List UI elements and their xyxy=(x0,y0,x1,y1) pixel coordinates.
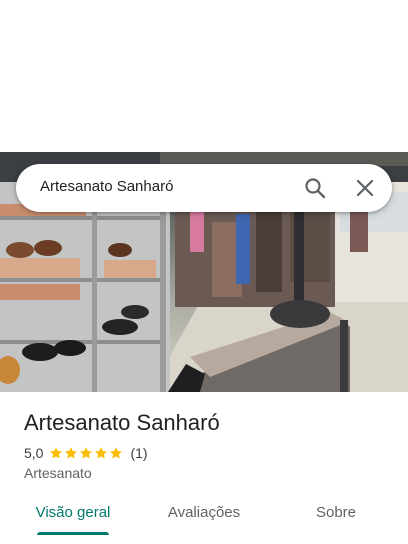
search-query-text[interactable]: Artesanato Sanharó xyxy=(40,178,173,195)
star-icon xyxy=(50,447,63,459)
place-name: Artesanato Sanharó xyxy=(24,410,220,435)
tab-about[interactable]: Sobre xyxy=(296,496,376,540)
star-icon xyxy=(80,447,93,459)
close-icon[interactable] xyxy=(350,173,380,203)
rating-value: 5,0 xyxy=(24,445,44,461)
star-icon xyxy=(65,447,78,459)
star-icon xyxy=(110,447,123,459)
blank-header-area xyxy=(0,0,408,152)
search-bar[interactable]: Artesanato Sanharó xyxy=(16,164,392,212)
rating-row[interactable]: 5,0 (1) xyxy=(24,444,148,462)
review-count[interactable]: (1) xyxy=(130,445,147,461)
rating-stars xyxy=(49,446,124,460)
star-icon xyxy=(95,447,108,459)
active-tab-indicator xyxy=(37,532,109,535)
search-icon[interactable] xyxy=(300,173,330,203)
tab-reviews[interactable]: Avaliações xyxy=(154,496,254,540)
place-category: Artesanato xyxy=(24,465,92,481)
place-tabs: Visão geral Avaliações Sobre xyxy=(0,496,408,544)
